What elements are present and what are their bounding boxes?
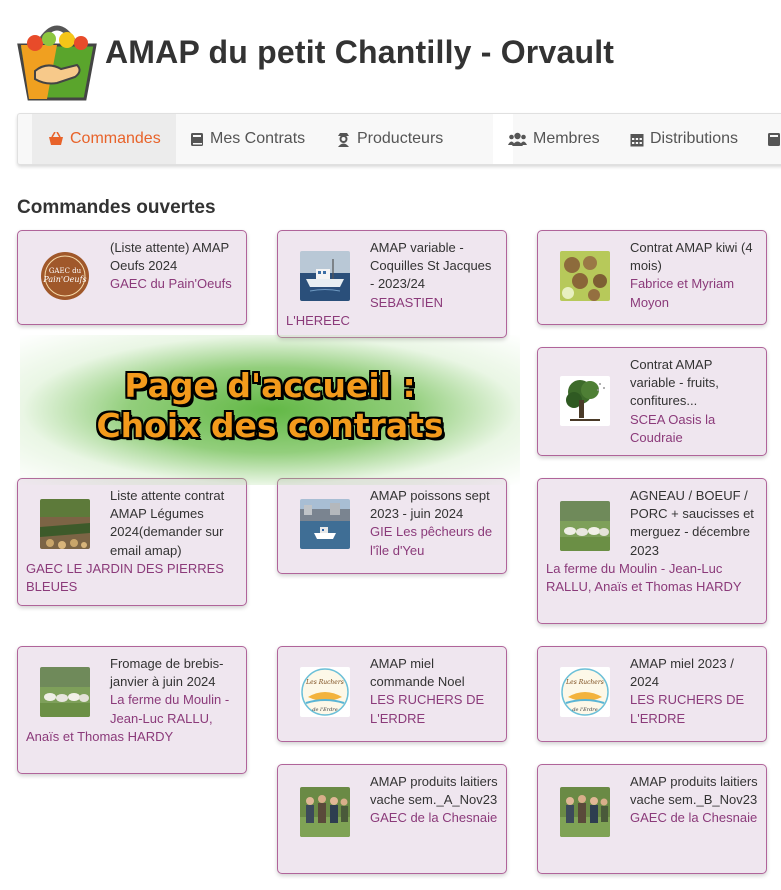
users-icon bbox=[508, 132, 527, 146]
nav-commandes-label: Commandes bbox=[70, 130, 161, 147]
amap-logo[interactable] bbox=[17, 13, 97, 103]
contract-card[interactable]: GAEC du Pain'Oeufs (Liste attente) AMAP O… bbox=[17, 230, 247, 325]
svg-text:Les Ruchers: Les Ruchers bbox=[565, 679, 604, 686]
card-producer[interactable]: La ferme du Moulin - Jean-Luc RALLU, Ana… bbox=[546, 560, 758, 596]
contract-card[interactable]: Liste attente contrat AMAP Légumes 2024(… bbox=[17, 478, 247, 606]
contract-card[interactable]: AMAP produits laitiers vache sem._A_Nov2… bbox=[277, 764, 507, 874]
sheep-photo bbox=[560, 501, 610, 551]
svg-text:de l'Erdre: de l'Erdre bbox=[312, 707, 337, 713]
harbor-photo bbox=[300, 499, 350, 549]
svg-text:GAEC du: GAEC du bbox=[49, 267, 82, 275]
producer-icon bbox=[336, 131, 351, 147]
contract-card[interactable]: Les Ruchers de l'Erdre AMAP miel commande… bbox=[277, 646, 507, 742]
banner-line-1: Page d'accueil : bbox=[124, 366, 416, 405]
svg-text:Les Ruchers: Les Ruchers bbox=[305, 679, 344, 686]
card-producer[interactable]: GAEC LE JARDIN DES PIERRES BLEUES bbox=[26, 560, 238, 596]
sheep-photo bbox=[40, 667, 90, 717]
tree-logo bbox=[560, 376, 610, 426]
contract-card[interactable]: AMAP produits laitiers vache sem._B_Nov2… bbox=[537, 764, 767, 874]
annotation-banner: Page d'accueil : Choix des contrats bbox=[60, 366, 480, 446]
section-title: Commandes ouvertes bbox=[17, 197, 216, 218]
calendar-icon bbox=[630, 132, 644, 147]
main-nav: Commandes Mes Contrats Producteurs Membr… bbox=[17, 113, 781, 165]
fishing-boat-photo bbox=[300, 251, 350, 301]
nav-producteurs[interactable]: Producteurs bbox=[336, 114, 443, 164]
vegetable-field-photo bbox=[40, 499, 90, 549]
banner-line-2: Choix des contrats bbox=[96, 406, 444, 445]
pain-oeufs-logo: GAEC du Pain'Oeufs bbox=[40, 251, 90, 301]
svg-text:de l'Erdre: de l'Erdre bbox=[572, 707, 597, 713]
contract-card[interactable]: AMAP poissons sept 2023 - juin 2024 GIE … bbox=[277, 478, 507, 574]
basket-icon bbox=[48, 132, 64, 146]
nav-mes-contrats-label: Mes Contrats bbox=[210, 130, 306, 147]
contract-card[interactable]: Les Ruchers de l'Erdre AMAP miel 2023 / 2… bbox=[537, 646, 767, 742]
farmers-photo bbox=[300, 787, 350, 837]
nav-distributions-label: Distributions bbox=[650, 130, 739, 147]
nav-producteurs-label: Producteurs bbox=[357, 130, 444, 147]
site-title: AMAP du petit Chantilly - Orvault bbox=[105, 34, 615, 70]
ruchers-logo: Les Ruchers de l'Erdre bbox=[300, 667, 350, 717]
nav-membres-label: Membres bbox=[533, 130, 600, 147]
nav-more[interactable] bbox=[767, 114, 781, 164]
nav-membres[interactable]: Membres bbox=[508, 114, 600, 164]
kiwi-photo bbox=[560, 251, 610, 301]
nav-distributions[interactable]: Distributions bbox=[630, 114, 738, 164]
contract-card[interactable]: AMAP variable - Coquilles St Jacques - 2… bbox=[277, 230, 507, 338]
book-icon bbox=[767, 132, 781, 147]
farmers-photo bbox=[560, 787, 610, 837]
contract-card[interactable]: Contrat AMAP variable - fruits, confitur… bbox=[537, 347, 767, 456]
nav-mes-contrats[interactable]: Mes Contrats bbox=[190, 114, 305, 164]
contract-card[interactable]: Contrat AMAP kiwi (4 mois) Fabrice et My… bbox=[537, 230, 767, 325]
book-icon bbox=[190, 132, 204, 147]
ruchers-logo: Les Ruchers de l'Erdre bbox=[560, 667, 610, 717]
nav-commandes[interactable]: Commandes bbox=[32, 114, 176, 164]
contract-card[interactable]: AGNEAU / BOEUF / PORC + saucisses et mer… bbox=[537, 478, 767, 624]
svg-text:Pain'Oeufs: Pain'Oeufs bbox=[42, 275, 86, 284]
contract-card[interactable]: Fromage de brebis- janvier à juin 2024 L… bbox=[17, 646, 247, 774]
